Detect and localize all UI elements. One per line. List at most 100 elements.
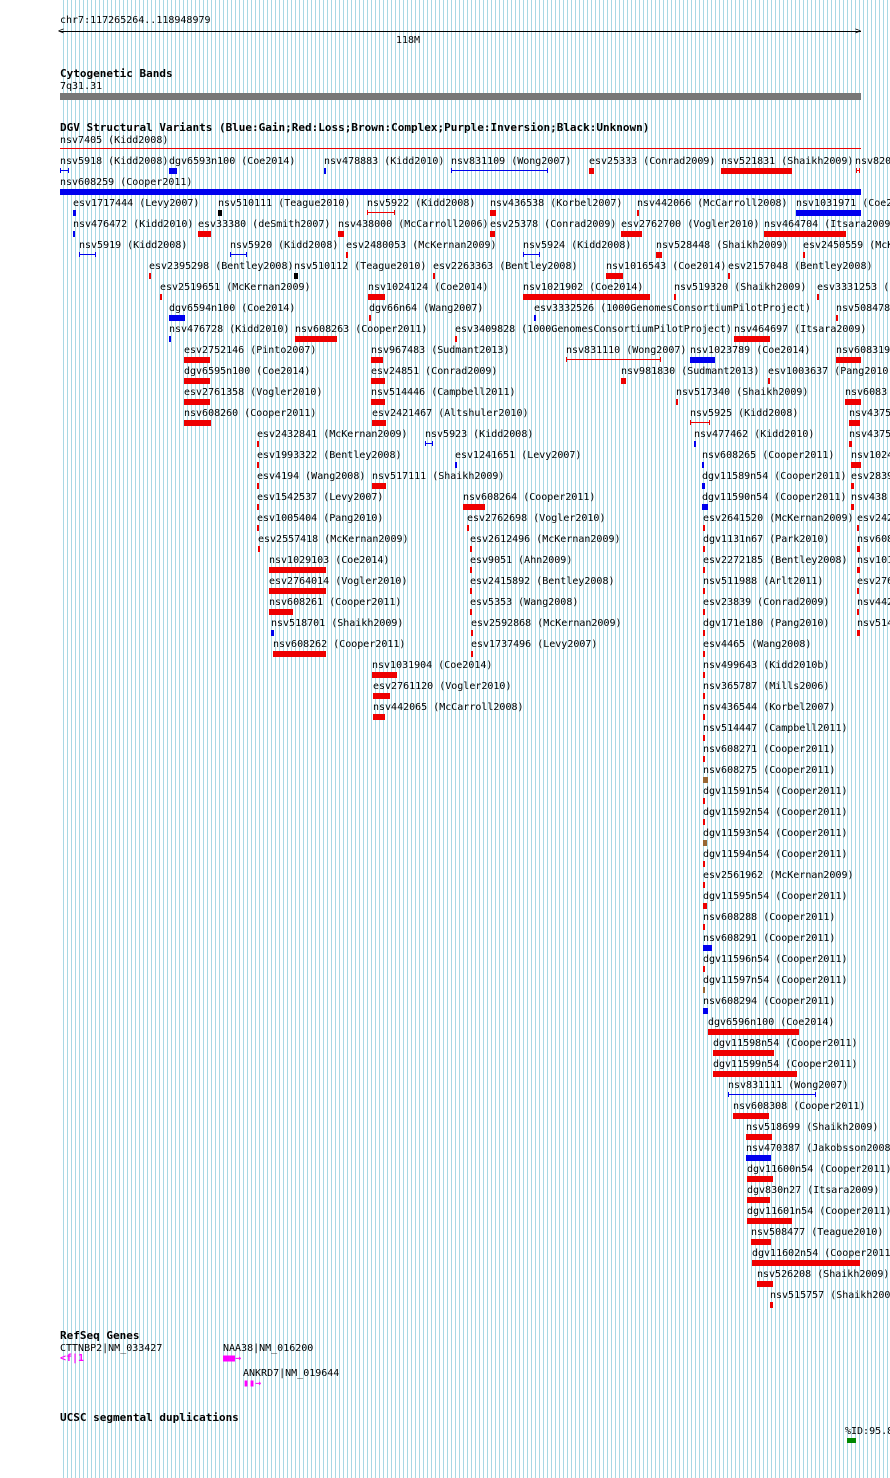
- variant-label[interactable]: dgv11602n54 (Cooper2011: [752, 1248, 890, 1259]
- variant-label[interactable]: nsv365787 (Mills2006): [703, 681, 829, 692]
- variant-bar[interactable]: [703, 546, 705, 552]
- dgv-track-title[interactable]: DGV Structural Variants (Blue:Gain;Red:L…: [60, 122, 649, 134]
- variant-bar[interactable]: [703, 693, 705, 699]
- variant-bar[interactable]: [703, 714, 705, 720]
- variant-bar[interactable]: [184, 420, 211, 426]
- variant-label[interactable]: nsv442: [857, 597, 890, 608]
- variant-bar[interactable]: [60, 189, 861, 195]
- variant-label[interactable]: nsv464704 (Itsara2009: [764, 219, 890, 230]
- variant-label[interactable]: nsv508477 (Teague2010): [751, 1227, 883, 1238]
- variant-label[interactable]: esv3332526 (1000GenomesConsortiumPilotPr…: [534, 303, 811, 314]
- variant-bar[interactable]: [702, 504, 708, 510]
- variant-bar[interactable]: [79, 254, 96, 255]
- cytoband-track-title[interactable]: Cytogenetic Bands: [60, 68, 173, 80]
- variant-bar[interactable]: [836, 315, 838, 321]
- variant-label[interactable]: nsv608260 (Cooper2011): [184, 408, 316, 419]
- variant-label[interactable]: nsv608265 (Cooper2011): [702, 450, 834, 461]
- variant-bar[interactable]: [746, 1134, 772, 1140]
- variant-bar[interactable]: [433, 273, 435, 279]
- variant-label[interactable]: nsv5923 (Kidd2008): [425, 429, 533, 440]
- variant-label[interactable]: esv1003637 (Pang2010: [768, 366, 888, 377]
- variant-bar[interactable]: [258, 546, 260, 552]
- variant-bar[interactable]: [467, 525, 469, 531]
- variant-label[interactable]: nsv608294 (Cooper2011): [703, 996, 835, 1007]
- variant-bar[interactable]: [257, 441, 259, 447]
- variant-bar[interactable]: [523, 254, 540, 255]
- variant-label[interactable]: nsv608271 (Cooper2011): [703, 744, 835, 755]
- variant-label[interactable]: esv1737496 (Levy2007): [471, 639, 597, 650]
- variant-bar[interactable]: [463, 504, 485, 510]
- variant-bar[interactable]: [703, 588, 705, 594]
- variant-bar[interactable]: [703, 525, 705, 531]
- variant-bar[interactable]: [371, 399, 385, 405]
- variant-label[interactable]: esv2761358 (Vogler2010): [184, 387, 322, 398]
- variant-bar[interactable]: [271, 630, 274, 636]
- variant-label[interactable]: nsv436538 (Korbel2007): [490, 198, 622, 209]
- variant-label[interactable]: nsv528448 (Shaikh2009): [656, 240, 788, 251]
- variant-label[interactable]: nsv476728 (Kidd2010): [169, 324, 289, 335]
- variant-label[interactable]: esv24851 (Conrad2009): [371, 366, 497, 377]
- variant-bar[interactable]: [857, 567, 860, 573]
- variant-label[interactable]: nsv518699 (Shaikh2009): [746, 1122, 878, 1133]
- variant-label[interactable]: esv33380 (deSmith2007): [198, 219, 330, 230]
- variant-bar[interactable]: [257, 504, 259, 510]
- variant-bar[interactable]: [470, 567, 472, 573]
- variant-bar[interactable]: [169, 315, 185, 321]
- variant-label[interactable]: esv23839 (Conrad2009): [703, 597, 829, 608]
- variant-bar[interactable]: [703, 651, 705, 657]
- variant-label[interactable]: nsv608: [857, 534, 890, 545]
- cytoband-bar[interactable]: [60, 93, 861, 100]
- variant-label[interactable]: nsv521831 (Shaikh2009): [721, 156, 853, 167]
- segdup-bar[interactable]: [847, 1438, 856, 1443]
- variant-label[interactable]: nsv1023789 (Coe2014): [690, 345, 810, 356]
- variant-label[interactable]: esv2764014 (Vogler2010): [269, 576, 407, 587]
- dgv-top-variant-bar[interactable]: [60, 148, 861, 149]
- variant-label[interactable]: esv2263363 (Bentley2008): [433, 261, 578, 272]
- variant-label[interactable]: nsv470387 (Jakobsson2008: [746, 1143, 890, 1154]
- variant-bar[interactable]: [218, 210, 222, 216]
- variant-bar[interactable]: [269, 588, 326, 594]
- variant-label[interactable]: dgv66n64 (Wang2007): [369, 303, 483, 314]
- variant-bar[interactable]: [371, 378, 385, 384]
- variant-bar[interactable]: [455, 336, 457, 342]
- variant-label[interactable]: nsv464697 (Itsara2009): [734, 324, 866, 335]
- variant-bar[interactable]: [637, 210, 639, 216]
- variant-label[interactable]: esv25333 (Conrad2009): [589, 156, 715, 167]
- variant-label[interactable]: esv9051 (Ahn2009): [470, 555, 572, 566]
- variant-bar[interactable]: [768, 378, 770, 384]
- variant-bar[interactable]: [845, 399, 861, 405]
- variant-label[interactable]: dgv11589n54 (Cooper2011): [702, 471, 847, 482]
- variant-label[interactable]: esv2761120 (Vogler2010): [373, 681, 511, 692]
- variant-label[interactable]: dgv11590n54 (Cooper2011): [702, 492, 847, 503]
- variant-bar[interactable]: [372, 483, 386, 489]
- variant-label[interactable]: esv1993322 (Bentley2008): [257, 450, 402, 461]
- variant-bar[interactable]: [713, 1071, 797, 1077]
- variant-label[interactable]: esv2157048 (Bentley2008): [728, 261, 873, 272]
- variant-label[interactable]: esv2641520 (McKernan2009): [703, 513, 854, 524]
- variant-bar[interactable]: [703, 945, 712, 951]
- variant-bar[interactable]: [160, 294, 162, 300]
- variant-label[interactable]: nsv1024124 (Coe2014): [368, 282, 488, 293]
- variant-label[interactable]: nsv478883 (Kidd2010): [324, 156, 444, 167]
- variant-label[interactable]: esv5353 (Wang2008): [470, 597, 578, 608]
- variant-bar[interactable]: [372, 672, 397, 678]
- variant-label[interactable]: dgv6593n100 (Coe2014): [169, 156, 295, 167]
- variant-label[interactable]: nsv1029103 (Coe2014): [269, 555, 389, 566]
- variant-label[interactable]: nsv515757 (Shaikh200: [770, 1290, 890, 1301]
- variant-label[interactable]: nsv831111 (Wong2007): [728, 1080, 848, 1091]
- variant-label[interactable]: dgv6596n100 (Coe2014): [708, 1017, 834, 1028]
- variant-bar[interactable]: [733, 1113, 769, 1119]
- variant-label[interactable]: nsv477462 (Kidd2010): [694, 429, 814, 440]
- variant-label[interactable]: dgv11599n54 (Cooper2011): [713, 1059, 858, 1070]
- variant-label[interactable]: dgv11592n54 (Cooper2011): [703, 807, 848, 818]
- variant-bar[interactable]: [751, 1239, 771, 1245]
- variant-label[interactable]: nsv438: [851, 492, 887, 503]
- variant-label[interactable]: nsv526208 (Shaikh2009): [757, 1269, 889, 1280]
- variant-label[interactable]: nsv1021902 (Coe2014): [523, 282, 643, 293]
- variant-bar[interactable]: [703, 777, 708, 783]
- variant-bar[interactable]: [621, 378, 626, 384]
- variant-bar[interactable]: [368, 294, 385, 300]
- variant-label[interactable]: nsv442065 (McCarroll2008): [373, 702, 524, 713]
- variant-bar[interactable]: [149, 273, 151, 279]
- variant-bar[interactable]: [324, 168, 326, 174]
